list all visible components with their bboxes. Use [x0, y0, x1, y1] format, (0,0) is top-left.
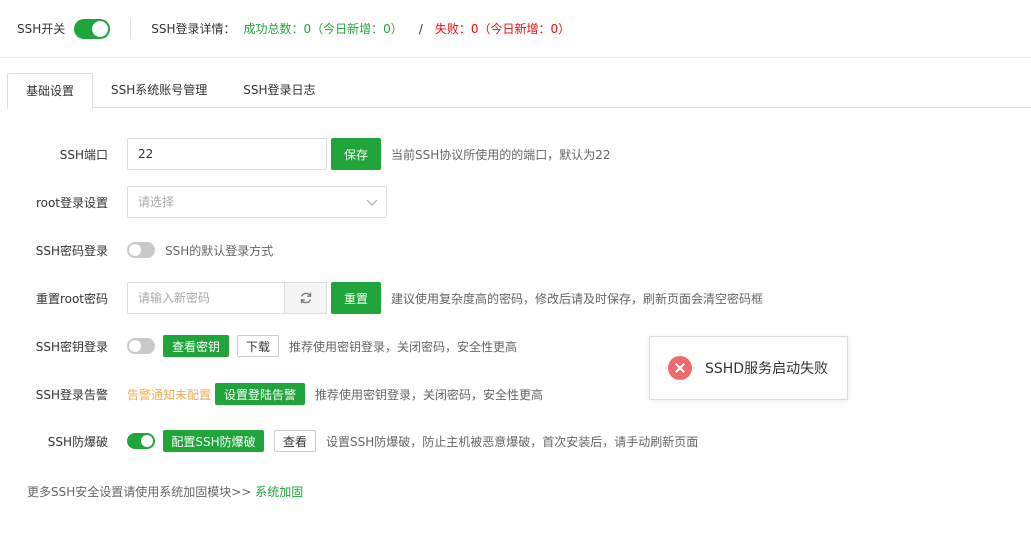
key-login-label: SSH密钥登录	[35, 339, 108, 354]
brute-force-hint: 设置SSH防爆破，防止主机被恶意爆破，首次安装后，请手动刷新页面	[326, 434, 699, 449]
reset-root-label: 重置root密码	[35, 291, 108, 306]
new-password-placeholder: 请输入新密码	[138, 291, 211, 305]
root-login-label: root登录设置	[35, 195, 108, 210]
ssh-switch-toggle[interactable]	[74, 18, 111, 39]
toast-message: SSHD服务启动失败	[705, 361, 829, 377]
ssh-switch-label: SSH开关	[17, 22, 66, 36]
brute-force-controls: 配置SSH防爆破 查看 设置SSH防爆破，防止主机被恶意爆破，首次安装后，请手动…	[127, 430, 698, 452]
view-key-button[interactable]: 查看密钥	[163, 335, 229, 357]
footer-text: 更多SSH安全设置请使用系统加固模块>>	[27, 485, 256, 499]
save-button[interactable]: 保存	[331, 138, 381, 170]
login-detail-label: SSH登录详情：	[151, 22, 236, 36]
toggle-knob	[129, 244, 141, 256]
divider	[130, 18, 132, 39]
reset-root-hint: 建议使用复杂度高的密码，修改后请及时保存，刷新页面会清空密码框	[391, 291, 764, 306]
ssh-port-input[interactable]: 22	[127, 138, 327, 170]
root-login-placeholder: 请选择	[138, 195, 175, 209]
toggle-knob	[92, 20, 109, 37]
tab-bar: 基础设置 SSH系统账号管理 SSH登录日志	[7, 73, 1031, 109]
key-login-controls: 查看密钥 下载 推荐使用密钥登录，关闭密码，安全性更高	[127, 335, 517, 357]
ssh-status-bar: SSH开关 SSH登录详情： 成功总数：0（今日新增：0） / 失败：0（今日新…	[0, 0, 1031, 58]
root-login-select[interactable]: 请选择	[127, 186, 387, 218]
fail-count: 失败：0（今日新增：0）	[434, 22, 571, 36]
root-login-controls: 请选择	[127, 186, 387, 218]
footer-note: 更多SSH安全设置请使用系统加固模块>> 系统加固	[27, 483, 303, 500]
tab-account-management[interactable]: SSH系统账号管理	[93, 73, 225, 108]
tab-login-log[interactable]: SSH登录日志	[225, 73, 333, 108]
ssh-port-row: SSH端口 22 保存 当前SSH协议所使用的的端口，默认为22	[0, 138, 1031, 170]
brute-force-row: SSH防爆破 配置SSH防爆破 查看 设置SSH防爆破，防止主机被恶意爆破，首次…	[0, 425, 1031, 457]
set-login-alert-button[interactable]: 设置登陆告警	[215, 383, 306, 405]
root-login-row: root登录设置 请选择	[0, 186, 1031, 218]
password-login-controls: SSH的默认登录方式	[127, 242, 273, 259]
login-alert-controls: 告警通知未配置 设置登陆告警 推荐使用密钥登录，关闭密码，安全性更高	[127, 383, 543, 405]
password-login-row: SSH密码登录 SSH的默认登录方式	[0, 234, 1031, 266]
ssh-port-controls: 22 保存 当前SSH协议所使用的的端口，默认为22	[127, 138, 611, 170]
brute-force-toggle[interactable]	[127, 433, 155, 449]
tab-basic-settings[interactable]: 基础设置	[7, 73, 94, 109]
reset-root-controls: 请输入新密码 重置 建议使用复杂度高的密码，修改后请及时保存，刷新页面会清空密码…	[127, 282, 763, 314]
stat-separator: /	[418, 21, 423, 36]
key-login-row: SSH密钥登录 查看密钥 下载 推荐使用密钥登录，关闭密码，安全性更高	[0, 330, 1031, 362]
system-hardening-link[interactable]: 系统加固	[255, 485, 303, 499]
key-login-hint: 推荐使用密钥登录，关闭密码，安全性更高	[289, 339, 518, 354]
ssh-port-label: SSH端口	[59, 147, 108, 162]
login-alert-label: SSH登录告警	[35, 387, 108, 402]
login-alert-hint: 推荐使用密钥登录，关闭密码，安全性更高	[315, 387, 544, 402]
download-key-button[interactable]: 下载	[237, 335, 279, 357]
refresh-icon	[300, 292, 311, 304]
ssh-port-hint: 当前SSH协议所使用的的端口，默认为22	[391, 147, 611, 162]
password-login-toggle[interactable]	[127, 242, 155, 258]
success-count: 成功总数：0（今日新增：0）	[243, 22, 403, 36]
new-password-input[interactable]: 请输入新密码	[127, 282, 285, 314]
view-brute-force-button[interactable]: 查看	[274, 430, 316, 452]
reset-root-row: 重置root密码 请输入新密码 重置 建议使用复杂度高的密码，修改后请及时保存，…	[0, 282, 1031, 314]
generate-password-button[interactable]	[285, 282, 327, 314]
password-login-label: SSH密码登录	[35, 243, 108, 258]
reset-button[interactable]: 重置	[331, 282, 381, 314]
chevron-down-icon	[366, 199, 378, 206]
key-login-toggle[interactable]	[127, 338, 155, 354]
password-login-hint: SSH的默认登录方式	[165, 243, 274, 258]
config-brute-force-button[interactable]: 配置SSH防爆破	[163, 430, 264, 452]
login-alert-row: SSH登录告警 告警通知未配置 设置登陆告警 推荐使用密钥登录，关闭密码，安全性…	[0, 378, 1031, 410]
toggle-knob	[141, 435, 153, 447]
alert-status-text: 告警通知未配置	[127, 387, 212, 402]
error-toast: SSHD服务启动失败	[649, 336, 848, 400]
toggle-knob	[129, 340, 141, 352]
brute-force-label: SSH防爆破	[47, 434, 108, 449]
error-icon	[668, 356, 692, 380]
